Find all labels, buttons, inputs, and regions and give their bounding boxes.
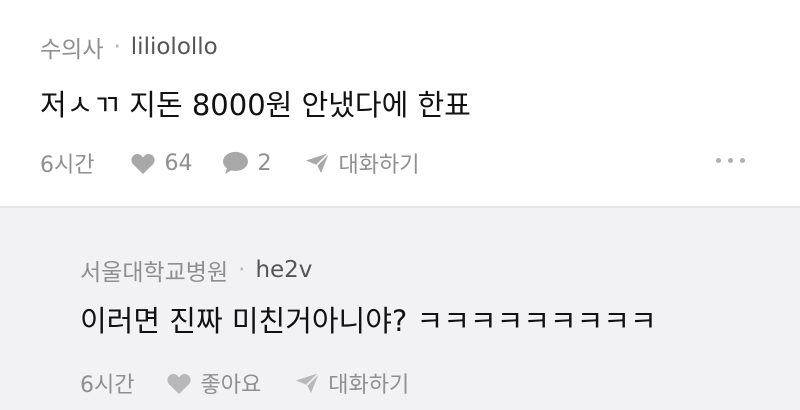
reply-reply-button[interactable]: 대화하기 [295,367,409,399]
reply-board-label[interactable]: 서울대학교병원 [80,253,228,287]
send-icon [295,372,321,394]
meta-separator: · [113,34,121,60]
reply-button[interactable]: 대화하기 [305,147,419,179]
reply-text: 이러면 진짜 미친거아니야? ㅋㅋㅋㅋㅋㅋㅋㅋㅋ [80,304,657,338]
post-board-label[interactable]: 수의사 [40,30,103,64]
heart-icon [166,372,192,395]
comment-icon [222,151,249,175]
more-dot [740,158,745,163]
reply-actions: 6시간 좋아요 대화하기 [80,367,409,399]
comment-button[interactable]: 2 [222,151,271,176]
reply-time: 6시간 [80,373,135,398]
reply-author-nickname[interactable]: he2v [255,257,312,283]
reply-like-label: 좋아요 [200,373,262,398]
reply-like-button[interactable]: 좋아요 [166,367,261,399]
like-count: 64 [164,150,193,176]
post-time: 6시간 [40,153,95,178]
post-text: 저ㅅㄲ 지돈 8000원 안냈다에 한표 [40,88,471,122]
reply-card: 서울대학교병원 · he2v 이러면 진짜 미친거아니야? ㅋㅋㅋㅋㅋㅋㅋㅋㅋ … [0,208,800,410]
post-actions: 6시간 64 2 대화하기 [40,147,419,179]
reply-meta: 서울대학교병원 · he2v [80,253,312,287]
like-button[interactable]: 64 [130,151,192,176]
reply-reply-label: 대화하기 [328,373,410,398]
send-icon [305,152,331,174]
more-icon[interactable] [716,158,745,163]
meta-separator: · [238,257,246,283]
post-card: 수의사 · liliolollo 저ㅅㄲ 지돈 8000원 안냈다에 한표 6시… [0,0,800,206]
post-author-nickname[interactable]: liliolollo [131,34,218,60]
post-meta: 수의사 · liliolollo [40,30,218,64]
reply-label: 대화하기 [338,153,420,178]
more-dot [716,158,721,163]
comment-count: 2 [257,150,272,176]
more-dot [728,158,733,163]
heart-icon [130,152,156,175]
